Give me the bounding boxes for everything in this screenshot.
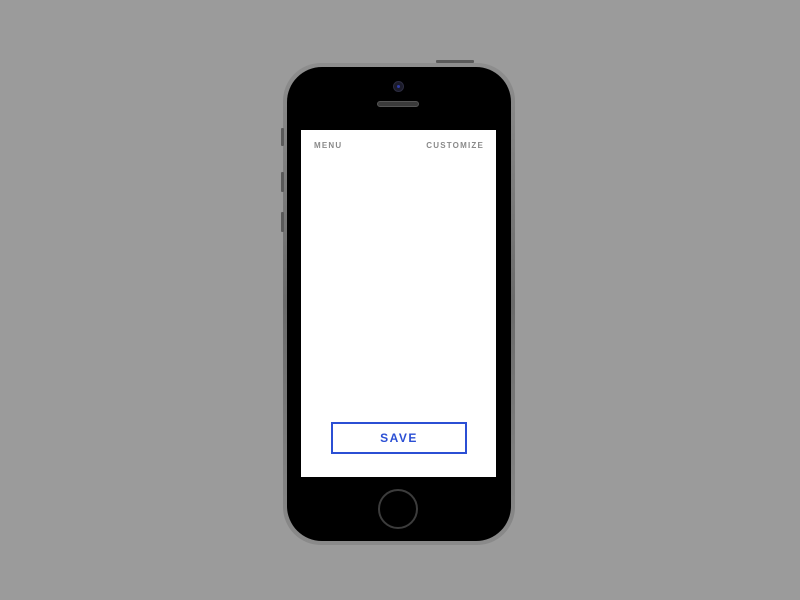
power-button (436, 60, 474, 63)
front-camera-icon (393, 81, 404, 92)
customize-link[interactable]: CUSTOMIZE (426, 141, 484, 150)
menu-link[interactable]: MENU (314, 141, 342, 150)
app-screen: MENU CUSTOMIZE SAVE (301, 130, 496, 477)
mute-switch (281, 128, 284, 146)
volume-down-button (281, 212, 284, 232)
earpiece-speaker-icon (377, 101, 419, 107)
home-button-icon[interactable] (378, 489, 418, 529)
save-button[interactable]: SAVE (331, 422, 467, 454)
volume-up-button (281, 172, 284, 192)
